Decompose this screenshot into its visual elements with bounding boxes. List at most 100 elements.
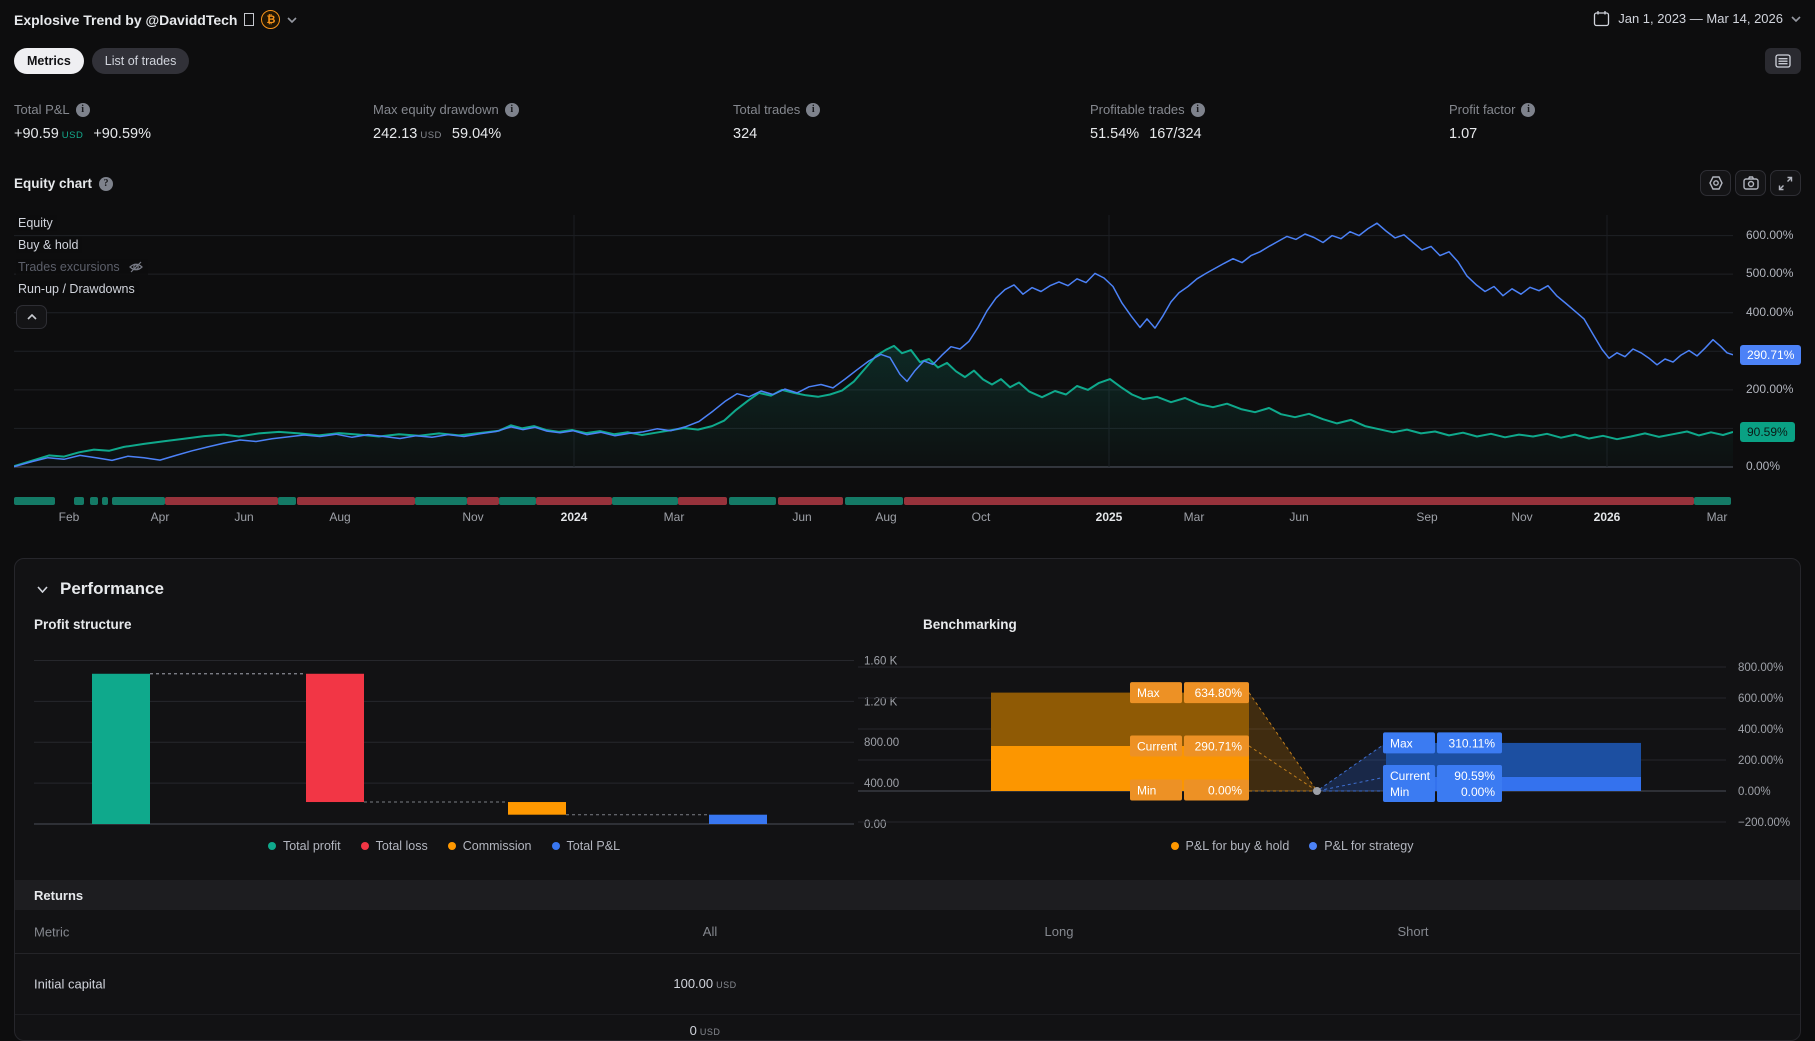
returns-title: Returns <box>34 888 83 903</box>
badge-label: Max <box>1390 736 1413 750</box>
metric-total-pnl: Total P&Li +90.59USD+90.59% <box>14 102 151 142</box>
legend-label: Commission <box>463 839 532 853</box>
win-segment[interactable] <box>74 497 84 505</box>
legend-dot <box>1171 842 1179 850</box>
section-title: Equity chart <box>14 176 92 191</box>
snapshot-button[interactable] <box>1735 170 1766 196</box>
metric-value: +90.59 <box>14 126 59 142</box>
legend-pnl-strategy[interactable]: P&L for strategy <box>1309 839 1413 853</box>
legend-buy-and-hold[interactable]: Buy & hold <box>16 237 82 253</box>
legend-dot <box>268 842 276 850</box>
waterfall-bar <box>306 674 364 802</box>
section-title: Performance <box>60 579 164 599</box>
table-row-initial-capital[interactable]: Initial capital 100.00USD <box>15 954 1800 1015</box>
badge-value: 90.59% <box>1454 769 1495 783</box>
loss-segment[interactable] <box>536 497 612 505</box>
metric-label: Profitable trades <box>1090 102 1185 117</box>
collapse-legend-button[interactable] <box>16 305 47 329</box>
chart-settings-button[interactable] <box>1700 170 1731 196</box>
win-segment[interactable] <box>612 497 678 505</box>
gear-icon <box>1708 175 1724 191</box>
legend-commission[interactable]: Commission <box>448 839 532 853</box>
win-segment[interactable] <box>14 497 55 505</box>
info-icon[interactable]: i <box>806 103 820 117</box>
win-segment[interactable] <box>102 497 108 505</box>
help-icon[interactable]: ? <box>99 177 113 191</box>
equity-legend: Equity Buy & hold Trades excursions Run-… <box>16 215 148 329</box>
win-segment[interactable] <box>845 497 903 505</box>
profit-structure-title: Profit structure <box>34 617 132 632</box>
info-icon[interactable]: i <box>76 103 90 117</box>
info-icon[interactable]: i <box>505 103 519 117</box>
performance-section-toggle[interactable]: Performance <box>37 579 164 599</box>
metric-value: 324 <box>733 126 757 142</box>
strategy-title[interactable]: Explosive Trend by @DaviddTech ₿ <box>14 10 297 29</box>
y-axis-tick: 600.00% <box>1738 693 1783 705</box>
trade-timeline[interactable] <box>14 497 1733 505</box>
legend-total-pnl[interactable]: Total P&L <box>552 839 621 853</box>
win-segment[interactable] <box>112 497 165 505</box>
legend-runup-drawdowns[interactable]: Run-up / Drawdowns <box>16 281 139 297</box>
fullscreen-button[interactable] <box>1770 170 1801 196</box>
win-segment[interactable] <box>1694 497 1731 505</box>
info-icon[interactable]: i <box>1191 103 1205 117</box>
win-segment[interactable] <box>499 497 536 505</box>
legend-label: Total loss <box>376 839 428 853</box>
y-axis-tick: −200.00% <box>1738 817 1790 829</box>
legend-dot <box>552 842 560 850</box>
month-label: Sep <box>1416 510 1437 524</box>
win-segment[interactable] <box>729 497 776 505</box>
badge-label: Min <box>1390 785 1409 799</box>
table-row-open-pnl[interactable]: Open P&L 0USD <box>15 1015 1800 1041</box>
legend-equity[interactable]: Equity <box>16 215 57 231</box>
loss-segment[interactable] <box>904 497 1694 505</box>
legend-pnl-buy-hold[interactable]: P&L for buy & hold <box>1171 839 1290 853</box>
legend-total-profit[interactable]: Total profit <box>268 839 341 853</box>
info-icon[interactable]: i <box>1521 103 1535 117</box>
timeline-month-labels: FebAprJunAugNov2024MarJunAugOct2025MarJu… <box>14 510 1733 526</box>
tab-list-of-trades[interactable]: List of trades <box>92 48 190 74</box>
legend-total-loss[interactable]: Total loss <box>361 839 428 853</box>
metric-label: Total P&L <box>14 102 70 117</box>
month-label: Apr <box>151 510 170 524</box>
legend-label: P&L for strategy <box>1324 839 1413 853</box>
legend-dot <box>448 842 456 850</box>
legend-label: Total P&L <box>567 839 621 853</box>
equity-chart[interactable]: Equity Buy & hold Trades excursions Run-… <box>14 215 1733 470</box>
profit-structure-chart: 0.00400.00800.001.20 K1.60 K <box>34 645 911 841</box>
badge-label: Current <box>1390 769 1431 783</box>
month-label: 2026 <box>1594 510 1621 524</box>
date-range-picker[interactable]: Jan 1, 2023 — Mar 14, 2026 <box>1593 10 1801 27</box>
date-range-text: Jan 1, 2023 — Mar 14, 2026 <box>1618 11 1783 26</box>
month-label: 2024 <box>561 510 588 524</box>
loss-segment[interactable] <box>297 497 415 505</box>
waterfall-bar <box>92 674 150 824</box>
profit-structure-legend: Total profit Total loss Commission Total… <box>34 839 854 853</box>
col-long: Long <box>1045 924 1074 939</box>
badge-value: 0.00% <box>1461 785 1495 799</box>
legend-trades-excursions[interactable]: Trades excursions <box>16 259 148 275</box>
month-label: Aug <box>875 510 896 524</box>
win-segment[interactable] <box>415 497 467 505</box>
waterfall-bar <box>508 802 566 815</box>
layout-rows-button[interactable] <box>1765 48 1801 74</box>
legend-label: Buy & hold <box>18 238 78 252</box>
metric-profitable-trades: Profitable tradesi 51.54%167/324 <box>1090 102 1205 142</box>
chevron-down-icon[interactable] <box>287 17 297 23</box>
missing-glyph-box <box>244 13 254 26</box>
performance-card: Performance Profit structure Benchmarkin… <box>14 558 1801 1041</box>
metric-max-drawdown: Max equity drawdowni 242.13USD59.04% <box>373 102 519 142</box>
win-segment[interactable] <box>90 497 98 505</box>
equity-chart-title: Equity chart ? <box>14 176 113 191</box>
col-all: All <box>703 924 717 939</box>
returns-table-header: Metric All Long Short <box>15 910 1800 954</box>
loss-segment[interactable] <box>678 497 727 505</box>
tab-metrics[interactable]: Metrics <box>14 48 84 74</box>
loss-segment[interactable] <box>778 497 843 505</box>
win-segment[interactable] <box>278 497 296 505</box>
chevron-down-icon <box>1791 16 1801 22</box>
benchmarking-legend: P&L for buy & hold P&L for strategy <box>858 839 1726 853</box>
loss-segment[interactable] <box>467 497 499 505</box>
price-badge: 90.59% <box>1740 422 1795 442</box>
loss-segment[interactable] <box>165 497 278 505</box>
